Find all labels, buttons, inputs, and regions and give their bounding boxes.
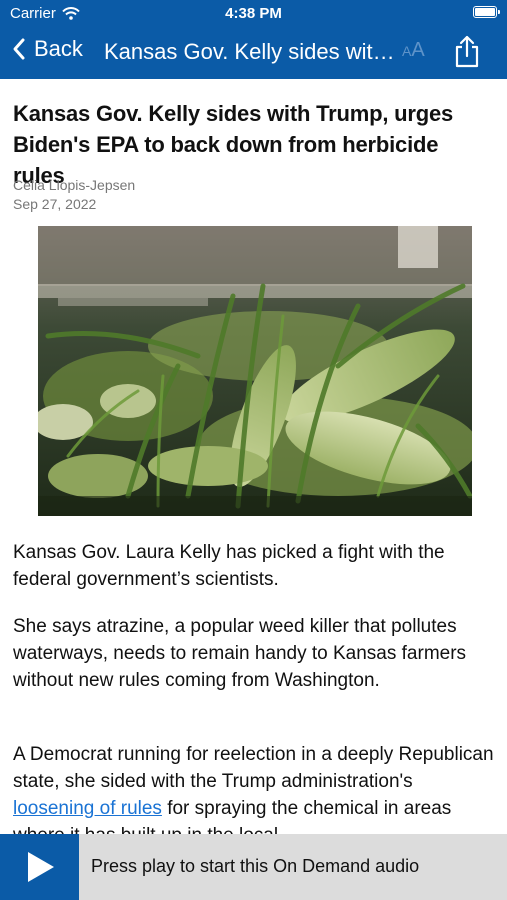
status-bar: Carrier 4:38 PM: [0, 0, 507, 26]
player-prompt: Press play to start this On Demand audio: [91, 856, 420, 876]
article-date: Sep 27, 2022: [13, 196, 97, 212]
article-photo: [38, 226, 472, 516]
article-author: Celia Llopis-Jepsen: [13, 177, 136, 193]
share-button[interactable]: [453, 35, 481, 74]
nav-title: Kansas Gov. Kelly sides wit…: [104, 39, 395, 64]
status-time: 4:38 PM: [225, 5, 282, 22]
back-label: Back: [34, 36, 83, 61]
loosening-of-rules-link[interactable]: loosening of rules: [13, 798, 162, 819]
article-body[interactable]: Kansas Gov. Kelly sides with Trump, urge…: [0, 79, 507, 834]
corn-photo-icon: [38, 226, 472, 516]
play-button[interactable]: [0, 834, 79, 900]
article-paragraph: A Democrat running for reelection in a d…: [13, 741, 499, 834]
article-paragraph: Kansas Gov. Laura Kelly has picked a fig…: [13, 542, 445, 590]
font-size-large-icon: A: [411, 39, 425, 61]
back-button[interactable]: Back: [12, 36, 83, 62]
paragraph-text: A Democrat running for reelection in a d…: [13, 744, 494, 792]
font-size-small-icon: A: [402, 43, 412, 59]
font-size-button[interactable]: AA: [402, 39, 425, 62]
top-bar: Carrier 4:38 PM Back Kansas Gov. Kelly s…: [0, 0, 507, 79]
play-icon: [28, 852, 54, 882]
navigation-bar: Back Kansas Gov. Kelly sides wit… AA: [0, 26, 507, 79]
share-icon: [455, 35, 479, 68]
audio-player-bar: Press play to start this On Demand audio: [0, 834, 507, 900]
battery-icon: [473, 6, 500, 18]
chevron-left-icon: [13, 38, 25, 60]
article-paragraph: She says atrazine, a popular weed killer…: [13, 616, 467, 691]
